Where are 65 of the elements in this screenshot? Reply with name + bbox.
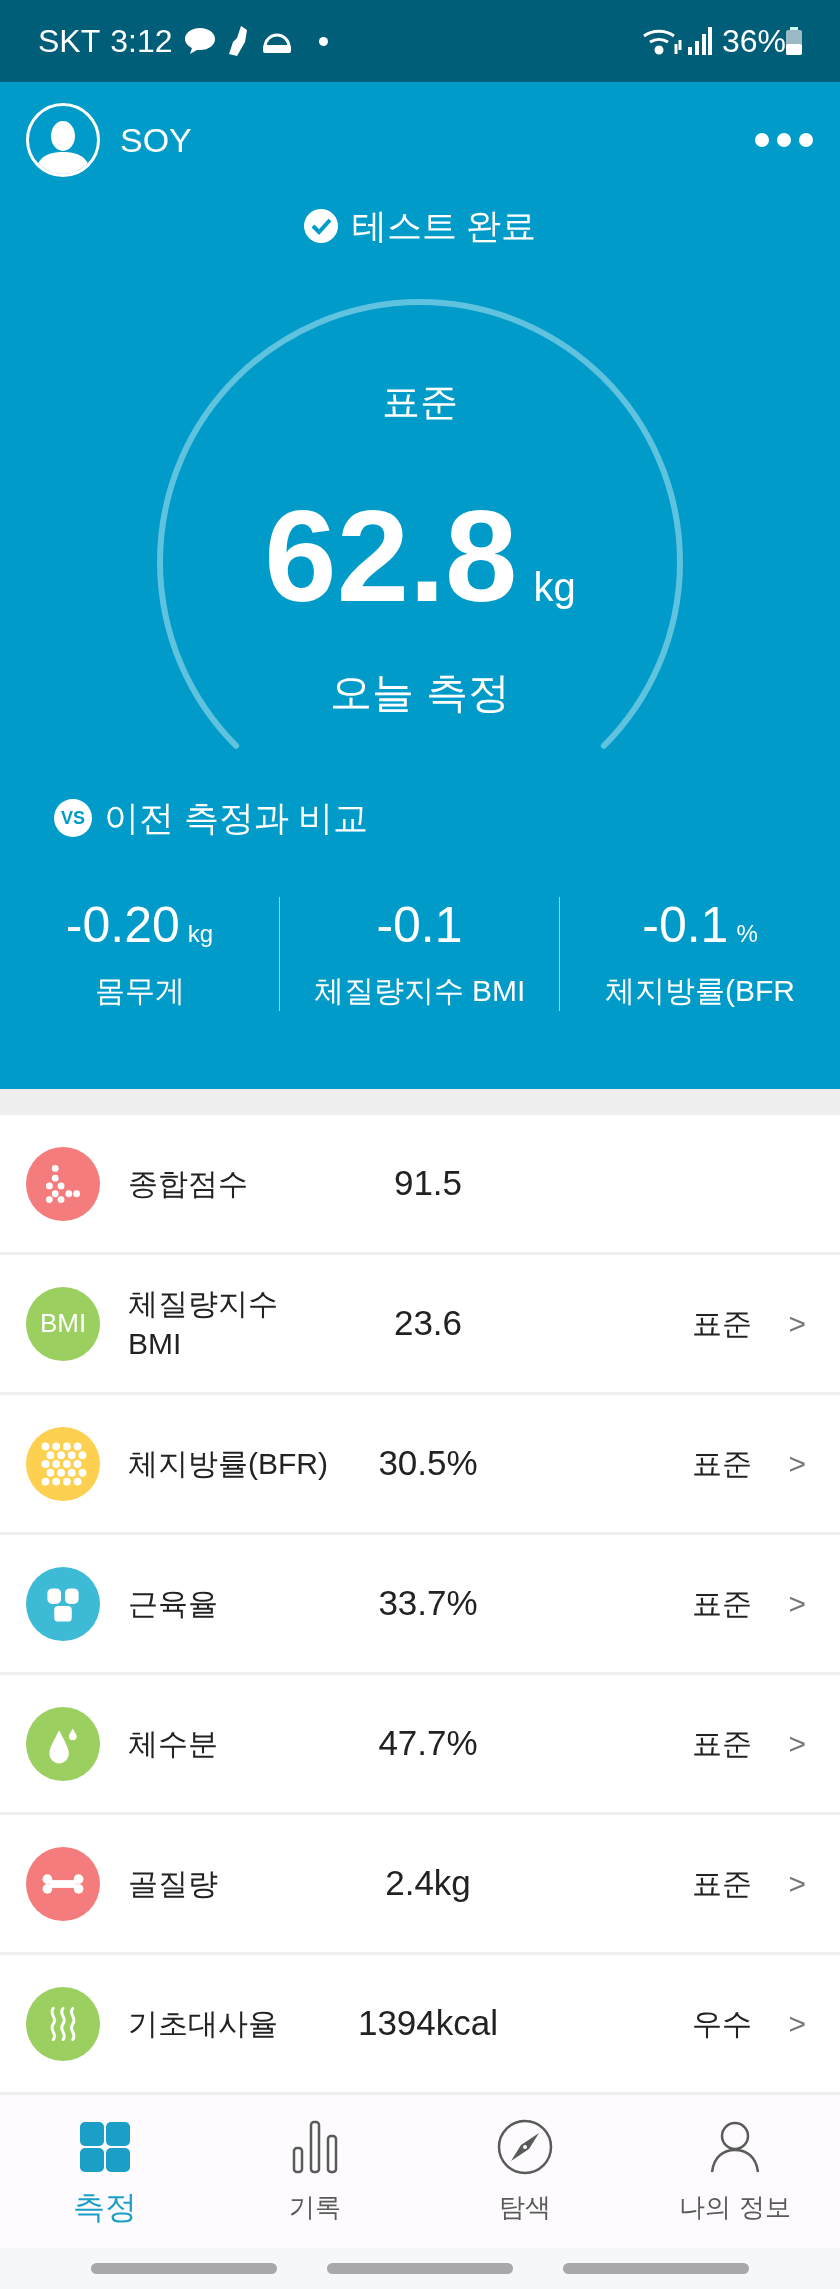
grid-icon [80,2121,130,2172]
metric-value: 1394kcal [356,2002,500,2045]
person-icon [709,2119,761,2174]
metric-row[interactable]: 종합점수 91.5 [0,1115,840,1255]
signal-icon [687,27,712,55]
compare-label: 몸무게 [94,972,185,1009]
bar-chart-icon [292,2119,338,2174]
metric-status: 표준 [692,1726,753,1762]
compare-title: 이전 측정과 비교 [104,797,369,839]
compass-icon [497,2118,553,2175]
metric-status: 표준 [692,1586,753,1622]
metric-status: 우수 [692,2006,753,2042]
user-name: SOY [120,119,192,161]
metric-value: 33.7% [377,1582,479,1625]
measure-caption: 오늘 측정 [330,668,510,718]
test-status-text: 테스트 완료 [351,204,537,247]
metric-row[interactable]: 골질량 2.4kg 표준 > [0,1815,840,1955]
compare-value: -0.1 [642,896,729,953]
compare-unit: kg [187,918,214,949]
metric-row[interactable]: 근육율 33.7% 표준 > [0,1535,840,1675]
compare-label: 체질량지수 BMI [313,972,526,1009]
compare-label: 체지방률(BFR [605,972,795,1009]
battery-icon [786,27,802,55]
avatar-icon[interactable] [26,103,100,177]
metric-label: 골질량 [128,1865,219,1902]
metric-status: 표준 [692,1866,753,1902]
metric-row[interactable]: BMI 체질량지수 BMI 23.6 표준 > [0,1255,840,1395]
weight-unit: kg [533,564,576,611]
metric-label: 기초대사율 [128,2005,279,2042]
chevron-text: > [788,1866,806,1902]
metric-row[interactable]: 체수분 47.7% 표준 > [0,1675,840,1815]
metric-status: 표준 [692,1446,753,1482]
metric-label: 체지방률(BFR) [128,1445,329,1482]
nav-tab[interactable]: 나의 정보 [630,2095,840,2248]
chevron-text: > [788,1726,806,1762]
clock-text: 3:12 [110,22,173,61]
metric-label: 근육율 [128,1585,219,1622]
metric-value: 47.7% [377,1722,479,1765]
more-icon[interactable] [754,132,814,148]
metric-value: 2.4kg [384,1862,472,1905]
chat-bubble-icon [182,26,217,56]
compare-value: -0.1 [376,896,463,953]
nav-tab[interactable]: 탐색 [420,2095,630,2248]
grade-text: 표준 [382,380,458,424]
battery-text: 36% [721,22,786,61]
compare-unit: % [736,918,758,949]
metric-value: 23.6 [392,1302,464,1345]
weight-value: 62.8 [264,486,518,626]
metric-value: 30.5% [377,1442,479,1485]
chevron-text: > [788,1586,806,1622]
vs-icon: VS [54,799,92,838]
carrier-text: SKT [38,22,101,61]
metric-label: 종합점수 [128,1165,249,1202]
check-circle-icon [303,209,338,243]
metric-row[interactable]: 체지방률(BFR) 30.5% 표준 > [0,1395,840,1535]
chevron-text: > [788,2006,806,2042]
metric-icon-label: BMI [39,1307,87,1340]
nav-tab[interactable]: 기록 [210,2095,420,2248]
chevron-text: > [788,1306,806,1342]
metric-value: 91.5 [392,1162,464,1205]
metric-label: 체수분 [128,1725,219,1762]
chevron-text: > [788,1446,806,1482]
metric-label: 체질량지수 BMI [128,1285,279,1362]
metric-status: 표준 [692,1306,753,1342]
compare-value: -0.20 [65,896,180,953]
